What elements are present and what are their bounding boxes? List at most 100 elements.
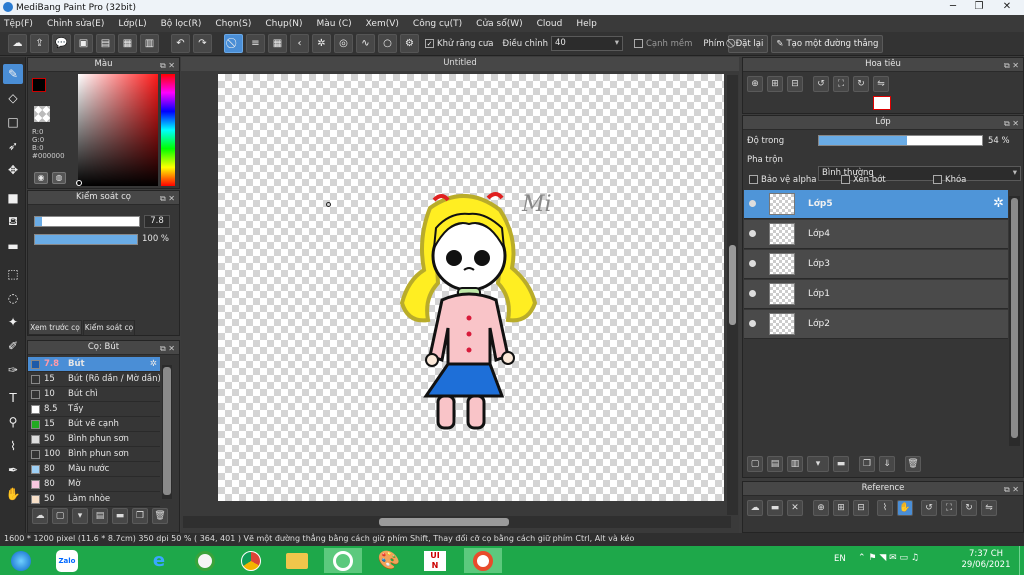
taskbar-chrome[interactable] [232, 548, 270, 573]
new-brush-icon[interactable]: ▢ [52, 508, 68, 524]
comment-icon[interactable]: 💬 [52, 34, 71, 53]
delete-layer-icon[interactable]: 🗑 [905, 456, 921, 472]
menu-tools[interactable]: Công cụ(T) [413, 19, 462, 29]
brush-list-scroll-thumb[interactable] [163, 367, 171, 495]
canvas-v-scrollbar[interactable] [727, 75, 738, 515]
fit-window-icon[interactable]: ⛶ [833, 76, 849, 92]
dot-tool-icon[interactable]: □ [3, 112, 23, 132]
menu-layer[interactable]: Lớp(L) [118, 19, 146, 29]
radial-snap-icon[interactable]: ✲ [312, 34, 331, 53]
protect-alpha-checkbox[interactable] [749, 175, 758, 184]
reset-button[interactable]: ⃠Đặt lại [727, 34, 769, 53]
snap-off-icon[interactable]: ⃠ [224, 34, 243, 53]
reference-cloud-icon[interactable]: ☁ [747, 500, 763, 516]
brush-row[interactable]: 15 Bút (Rõ dần / Mờ dần) [28, 372, 160, 387]
antialias-checkbox[interactable]: ✓ [425, 38, 434, 48]
zoom-out-icon[interactable]: ⊟ [787, 76, 803, 92]
hue-slider[interactable] [161, 74, 175, 186]
reference-close-icon[interactable]: ✕ [787, 500, 803, 516]
layer-visibility-icon[interactable] [749, 200, 756, 207]
brush-settings-gear-icon[interactable]: ✲ [150, 357, 157, 371]
layer-row[interactable]: Lớp3 [744, 250, 1008, 279]
clipping-option[interactable]: Xén bớt [841, 175, 886, 185]
menu-snap[interactable]: Chụp(N) [265, 19, 302, 29]
taskbar-explorer[interactable] [278, 548, 316, 573]
merge-layer-icon[interactable]: ⇓ [879, 456, 895, 472]
reference-zoom-fit-icon[interactable]: ⊞ [833, 500, 849, 516]
system-tray-icons[interactable]: ⌃ ⚑ ◥ ✉ ▭ ♫ [858, 553, 919, 563]
layer-visibility-icon[interactable] [749, 290, 756, 297]
ring-snap-icon[interactable]: ○ [378, 34, 397, 53]
menu-file[interactable]: Tệp(F) [4, 19, 33, 29]
reference-rotate-left-icon[interactable]: ↺ [921, 500, 937, 516]
navigator-preview[interactable] [873, 96, 891, 110]
layer-visibility-icon[interactable] [749, 260, 756, 267]
layer-row[interactable]: Lớp1 [744, 280, 1008, 309]
rotate-right-icon[interactable]: ↻ [853, 76, 869, 92]
tab-brush-control[interactable]: Kiểm soát cọ [83, 320, 135, 335]
text-tool-icon[interactable]: T [3, 388, 23, 408]
flip-horizontal-icon[interactable]: ⇋ [873, 76, 889, 92]
lock-option[interactable]: Khóa [933, 175, 966, 185]
layer-scroll-thumb[interactable] [1011, 198, 1018, 438]
menu-edit[interactable]: Chỉnh sửa(E) [47, 19, 104, 29]
redo-icon[interactable]: ↷ [193, 34, 212, 53]
rect-select-tool-icon[interactable]: ⬚ [3, 264, 23, 284]
panel-popout-icon[interactable]: ⧉ ✕ [160, 192, 175, 205]
brush-row[interactable]: 100 Bình phun sơn [28, 447, 160, 462]
soft-edge-checkbox[interactable] [633, 38, 643, 48]
layer-scrollbar[interactable] [1009, 196, 1020, 446]
save-icon[interactable]: ▣ [74, 34, 93, 53]
antialias-option[interactable]: ✓ Khử răng cưa [425, 38, 494, 49]
panel-popout-icon[interactable]: ⧉ ✕ [160, 59, 175, 72]
start-button[interactable] [2, 548, 40, 573]
brush-row[interactable]: 8.5 Tẩy [28, 402, 160, 417]
tab-brush-preview[interactable]: Xem trước cọ [28, 320, 82, 335]
canvas-tab[interactable]: Untitled [181, 57, 739, 71]
select-pen-tool-icon[interactable]: ✐ [3, 336, 23, 356]
brush-row[interactable]: 50 Làm nhòe [28, 492, 160, 507]
add-brush-icon[interactable]: ▾ [72, 508, 88, 524]
layer-row[interactable]: Lớp4 [744, 220, 1008, 249]
brush-opacity-slider[interactable] [34, 234, 138, 245]
clipping-checkbox[interactable] [841, 175, 850, 184]
primary-color-swatch[interactable] [32, 78, 46, 92]
brush-size-slider[interactable] [34, 216, 140, 227]
rotate-left-icon[interactable]: ↺ [813, 76, 829, 92]
saturation-value-picker[interactable] [78, 74, 158, 186]
zoom-fit-icon[interactable]: ⊞ [767, 76, 783, 92]
brush-delete-icon[interactable]: 🗑 [152, 508, 168, 524]
menu-color[interactable]: Màu (C) [317, 19, 352, 29]
new-8bit-layer-icon[interactable]: ▥ [787, 456, 803, 472]
cloud-icon[interactable]: ☁ [8, 34, 27, 53]
reference-hand-icon[interactable]: ✋ [897, 500, 913, 516]
brush-row[interactable]: 50 Bình phun sơn [28, 432, 160, 447]
brush-row[interactable]: 7.8 Bút ✲ [28, 357, 160, 372]
cloud-brush-icon[interactable]: ☁ [32, 508, 48, 524]
layer-visibility-icon[interactable] [749, 320, 756, 327]
move-tool-icon[interactable]: ✥ [3, 160, 23, 180]
menu-window[interactable]: Cửa sổ(W) [476, 19, 522, 29]
brush-row[interactable]: 80 Màu nước [28, 462, 160, 477]
taskbar-medibang[interactable] [464, 548, 502, 573]
share-icon[interactable]: ⇪ [30, 34, 49, 53]
layer-row[interactable]: Lớp5 ✲ [744, 190, 1008, 219]
reference-zoom-in-icon[interactable]: ⊕ [813, 500, 829, 516]
brush-tool-icon[interactable]: ✎ [3, 64, 23, 84]
new-layer-icon[interactable]: ▢ [747, 456, 763, 472]
panel-popout-icon[interactable]: ⧉ ✕ [1004, 117, 1019, 130]
reference-open-icon[interactable]: ▬ [767, 500, 783, 516]
menu-help[interactable]: Help [576, 19, 597, 29]
grid-icon[interactable]: ▦ [118, 34, 137, 53]
taskbar-zalo[interactable]: Zalo [48, 548, 86, 573]
ellipse-select-tool-icon[interactable]: ◌ [3, 288, 23, 308]
layer-settings-gear-icon[interactable]: ✲ [993, 196, 1004, 211]
layer-row[interactable]: Lớp2 [744, 310, 1008, 339]
curve-snap-icon[interactable]: ∿ [356, 34, 375, 53]
menu-cloud[interactable]: Cloud [537, 19, 563, 29]
show-desktop-button[interactable] [1019, 546, 1024, 575]
taskbar-paint[interactable]: 🎨 [370, 548, 408, 573]
lock-checkbox[interactable] [933, 175, 942, 184]
snap-settings-icon[interactable]: ⚙ [400, 34, 419, 53]
hand-tool-icon[interactable]: ✋ [3, 484, 23, 504]
